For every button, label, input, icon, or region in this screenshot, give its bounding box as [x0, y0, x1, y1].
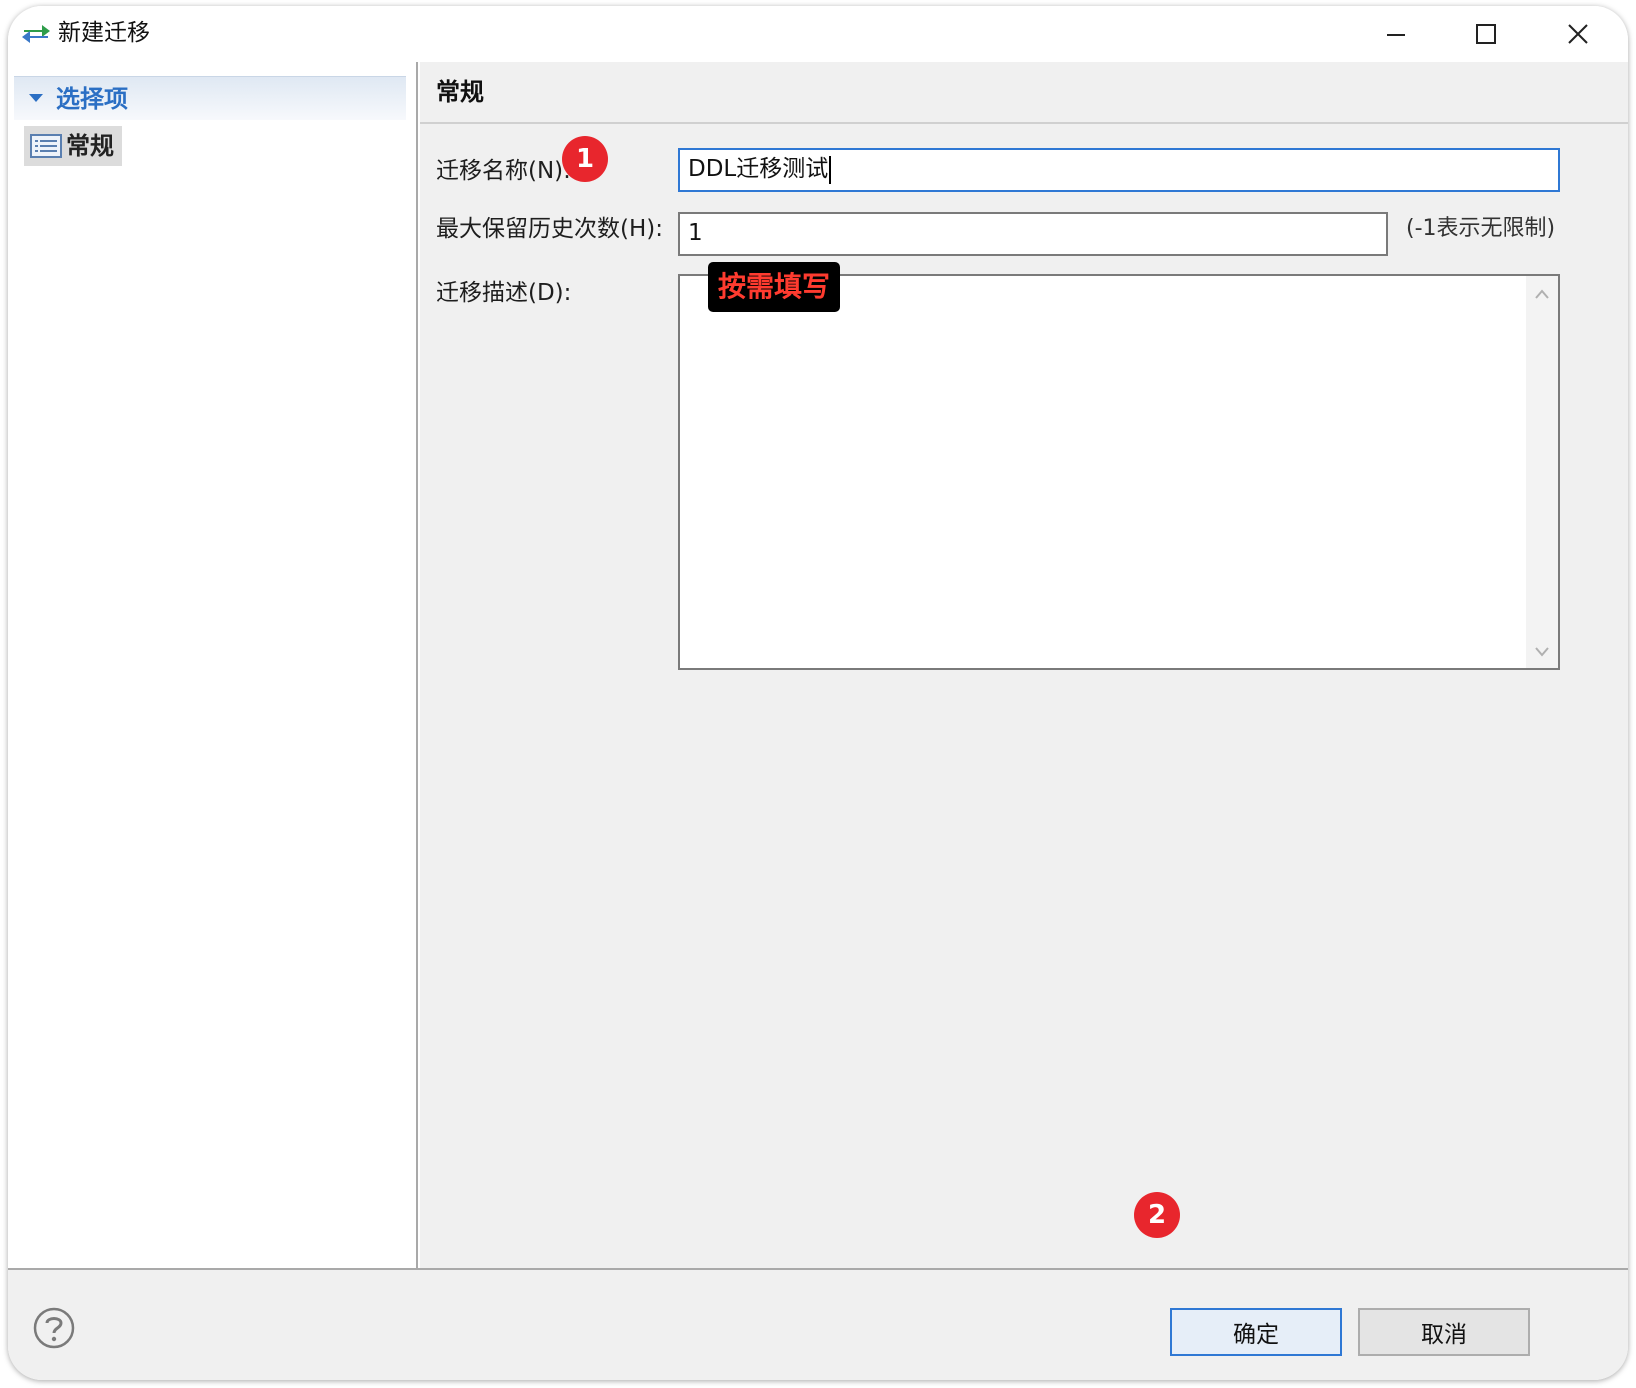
content-panel: 常规 迁移名称(N): DDL迁移测试 最大保留历史次数(H): 1 (-1表示…	[420, 62, 1628, 1268]
minimize-icon	[1387, 34, 1405, 36]
section-header: 常规	[420, 62, 1628, 124]
chevron-down-icon[interactable]	[1534, 646, 1550, 658]
window-title: 新建迁移	[58, 20, 150, 46]
cancel-button[interactable]: 取消	[1358, 1308, 1530, 1356]
step-badge-2: 2	[1134, 1192, 1180, 1238]
ok-button[interactable]: 确定	[1170, 1308, 1342, 1356]
tree-item-general[interactable]: 常规	[24, 126, 122, 166]
fill-as-needed-tag: 按需填写	[708, 262, 841, 312]
text-cursor	[829, 155, 832, 184]
max-history-hint: (-1表示无限制)	[1406, 216, 1556, 241]
help-icon[interactable]	[32, 1306, 76, 1350]
max-history-label: 最大保留历史次数(H):	[436, 216, 663, 242]
tree-group-label: 选择项	[56, 85, 128, 113]
migration-name-input[interactable]: DDL迁移测试	[678, 148, 1560, 192]
migration-name-value: DDL迁移测试	[688, 156, 829, 182]
maximize-button[interactable]	[1460, 12, 1512, 56]
migrate-icon	[22, 25, 50, 43]
chevron-up-icon[interactable]	[1534, 288, 1550, 300]
list-icon	[30, 134, 62, 158]
maximize-icon	[1476, 24, 1496, 44]
migration-name-label: 迁移名称(N):	[436, 158, 571, 184]
max-history-input[interactable]: 1	[678, 212, 1388, 256]
minimize-button[interactable]	[1370, 12, 1422, 56]
tree-group-options[interactable]: 选择项	[14, 76, 406, 120]
title-bar: 新建迁移	[8, 6, 1628, 62]
section-title: 常规	[436, 78, 484, 106]
caret-down-icon[interactable]	[28, 92, 44, 104]
migration-description-label: 迁移描述(D):	[436, 280, 572, 306]
max-history-value: 1	[688, 220, 703, 246]
dialog-footer: 确定 取消	[8, 1268, 1628, 1380]
navigation-tree-panel: 选择项 常规	[8, 62, 418, 1268]
tree-item-label: 常规	[66, 132, 114, 160]
close-icon	[1568, 24, 1588, 44]
step-badge-1: 1	[562, 136, 608, 182]
close-button[interactable]	[1552, 12, 1604, 56]
dialog-window: 新建迁移 选择项 常规 常规 迁移名称(N): DDL迁移测试 最大保留历史次数…	[8, 6, 1628, 1380]
description-scrollbar[interactable]	[1526, 276, 1558, 668]
migration-description-textarea[interactable]	[678, 274, 1560, 670]
